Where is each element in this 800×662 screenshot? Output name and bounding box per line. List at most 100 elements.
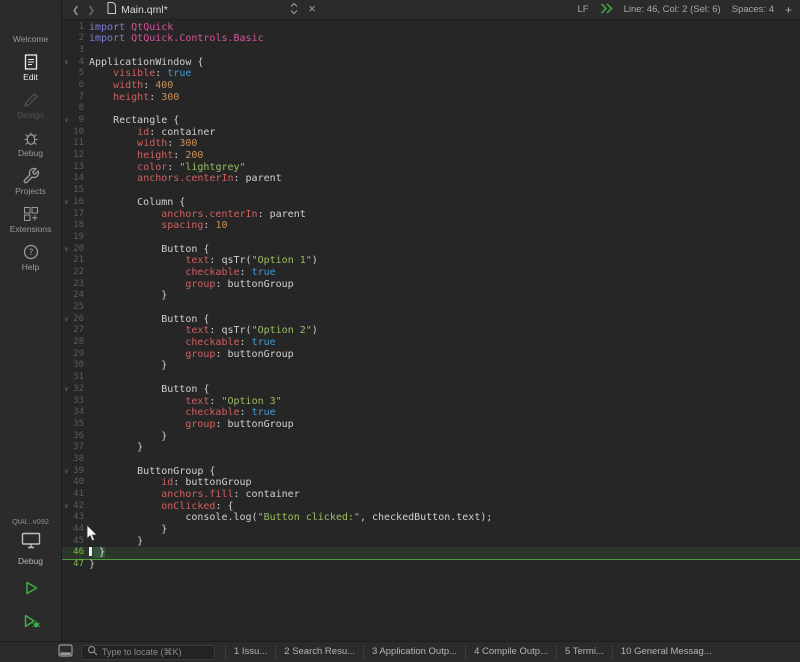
code-line[interactable]: 6 width: 400: [62, 80, 800, 92]
code-line[interactable]: 14 anchors.centerIn: parent: [62, 173, 800, 185]
code-line[interactable]: 41 anchors.fill: container: [62, 489, 800, 501]
code-text: import QtQuick.Controls.Basic: [89, 33, 264, 45]
code-line[interactable]: 8: [62, 103, 800, 115]
code-line[interactable]: 27 text: qsTr("Option 2"): [62, 325, 800, 337]
code-line[interactable]: 29 group: buttonGroup: [62, 349, 800, 361]
sidebar-item-debug[interactable]: Debug: [10, 124, 52, 162]
fold-marker-icon[interactable]: ∨: [62, 115, 71, 127]
code-text: }: [89, 290, 167, 302]
code-line[interactable]: ∨39 ButtonGroup {: [62, 466, 800, 478]
code-line[interactable]: 18 spacing: 10: [62, 220, 800, 232]
code-line[interactable]: 11 width: 300: [62, 138, 800, 150]
code-line[interactable]: ∨32 Button {: [62, 384, 800, 396]
code-line[interactable]: 10 id: container: [62, 127, 800, 139]
locator-input[interactable]: [102, 647, 209, 657]
line-number: 20: [71, 244, 84, 256]
code-line[interactable]: 47}: [62, 559, 800, 571]
code-line[interactable]: 25: [62, 302, 800, 314]
output-pane-issues[interactable]: 1 Issu...: [225, 645, 275, 659]
code-line[interactable]: 38: [62, 454, 800, 466]
sidebar-item-projects[interactable]: Projects: [10, 162, 52, 200]
fold-gutter: [62, 302, 71, 314]
code-line[interactable]: 24 }: [62, 290, 800, 302]
code-line[interactable]: 2import QtQuick.Controls.Basic: [62, 33, 800, 45]
output-pane-application-output[interactable]: 3 Application Outp...: [363, 645, 465, 659]
design-icon: [22, 91, 40, 109]
code-line[interactable]: 22 checkable: true: [62, 267, 800, 279]
output-pane-general-messages[interactable]: 10 General Messag...: [612, 645, 720, 659]
fold-marker-icon[interactable]: ∨: [62, 501, 71, 513]
code-line[interactable]: ∨9 Rectangle {: [62, 115, 800, 127]
code-editor[interactable]: 1import QtQuick2import QtQuick.Controls.…: [62, 20, 800, 641]
code-line[interactable]: 7 height: 300: [62, 92, 800, 104]
code-line[interactable]: 3: [62, 45, 800, 57]
code-line[interactable]: 35 group: buttonGroup: [62, 419, 800, 431]
code-line[interactable]: 31: [62, 372, 800, 384]
fold-marker-icon[interactable]: ∨: [62, 244, 71, 256]
code-line[interactable]: 19: [62, 232, 800, 244]
code-line[interactable]: 43 console.log("Button clicked:", checke…: [62, 512, 800, 524]
code-text: checkable: true: [89, 267, 276, 279]
code-line[interactable]: 30 }: [62, 360, 800, 372]
code-line[interactable]: 17 anchors.centerIn: parent: [62, 209, 800, 221]
sidebar-item-edit[interactable]: Edit: [10, 48, 52, 86]
search-icon: [87, 645, 98, 659]
kit-selector-button[interactable]: Debug: [0, 529, 61, 569]
code-line[interactable]: 33 text: "Option 3": [62, 396, 800, 408]
tab-dropdown-button[interactable]: [288, 2, 300, 18]
fold-marker-icon[interactable]: ∨: [62, 57, 71, 69]
debug-run-button[interactable]: [18, 609, 44, 635]
fold-gutter: [62, 349, 71, 361]
run-button[interactable]: [18, 576, 44, 602]
indent-settings-label[interactable]: Spaces: 4: [732, 4, 774, 15]
fold-marker-icon[interactable]: ∨: [62, 314, 71, 326]
debug-run-icon: [21, 611, 41, 634]
code-line[interactable]: 45 }: [62, 536, 800, 548]
cursor-position-label[interactable]: Line: 46, Col: 2 (Sel: 6): [624, 4, 721, 15]
code-line[interactable]: ∨26 Button {: [62, 314, 800, 326]
code-line[interactable]: 5 visible: true: [62, 68, 800, 80]
split-editor-button[interactable]: +: [785, 3, 792, 17]
run-icon: [21, 578, 41, 601]
forward-button[interactable]: ❯: [84, 1, 100, 19]
code-line[interactable]: 44 }: [62, 524, 800, 536]
fold-gutter: [62, 162, 71, 174]
code-line[interactable]: 21 text: qsTr("Option 1"): [62, 255, 800, 267]
line-ending-indicator[interactable]: LF: [577, 4, 588, 15]
code-line[interactable]: 13 color: "lightgrey": [62, 162, 800, 174]
sidebar-item-help[interactable]: ?Help: [10, 238, 52, 276]
code-area: 1import QtQuick2import QtQuick.Controls.…: [62, 22, 800, 571]
fold-marker-icon[interactable]: ∨: [62, 197, 71, 209]
tab-close-button[interactable]: ✕: [305, 4, 319, 15]
code-line[interactable]: 34 checkable: true: [62, 407, 800, 419]
code-line[interactable]: ∨42 onClicked: {: [62, 501, 800, 513]
output-pane-compile-output[interactable]: 4 Compile Outp...: [465, 645, 556, 659]
code-line[interactable]: 37 }: [62, 442, 800, 454]
code-line[interactable]: 23 group: buttonGroup: [62, 279, 800, 291]
sidebar-item-extensions[interactable]: Extensions: [10, 200, 52, 238]
back-button[interactable]: ❮: [68, 1, 84, 19]
line-number: 47: [71, 559, 84, 571]
code-line[interactable]: ∨20 Button {: [62, 244, 800, 256]
fold-marker-icon[interactable]: ∨: [62, 384, 71, 396]
code-line[interactable]: 12 height: 200: [62, 150, 800, 162]
code-line[interactable]: 40 id: buttonGroup: [62, 477, 800, 489]
file-tab[interactable]: Main.qml* ✕: [107, 0, 319, 20]
code-line[interactable]: 36 }: [62, 431, 800, 443]
output-pane-search-results[interactable]: 2 Search Resu...: [275, 645, 363, 659]
code-line[interactable]: 46 }: [62, 547, 800, 559]
code-text: width: 400: [89, 80, 173, 92]
output-pane-terminal[interactable]: 5 Termi...: [556, 645, 612, 659]
code-line[interactable]: ∨4ApplicationWindow {: [62, 57, 800, 69]
locator[interactable]: [81, 645, 215, 660]
code-line[interactable]: 15: [62, 185, 800, 197]
fold-marker-icon[interactable]: ∨: [62, 466, 71, 478]
fold-gutter: [62, 80, 71, 92]
code-model-indicator-icon[interactable]: [600, 3, 613, 17]
code-line[interactable]: 1import QtQuick: [62, 22, 800, 34]
sidebar-item-welcome[interactable]: Welcome: [10, 10, 52, 48]
code-line[interactable]: 28 checkable: true: [62, 337, 800, 349]
output-panel-toggle-button[interactable]: [58, 644, 73, 660]
code-line[interactable]: ∨16 Column {: [62, 197, 800, 209]
code-text: spacing: 10: [89, 220, 228, 232]
